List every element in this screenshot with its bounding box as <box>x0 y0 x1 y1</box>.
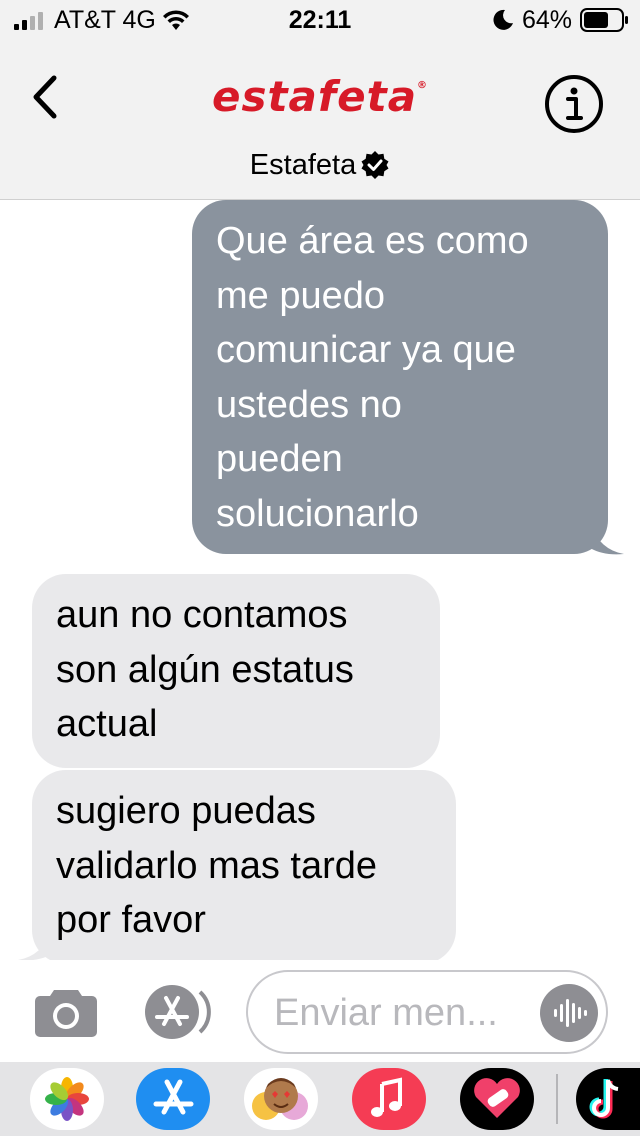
message-placeholder: Enviar men... <box>274 992 498 1034</box>
logo-text: estafeta <box>211 72 418 121</box>
message-line: Que área es como <box>216 220 529 262</box>
do-not-disturb-moon-icon <box>493 9 513 30</box>
message-line: comunicar ya que <box>216 329 516 371</box>
message-bubble-received[interactable]: aun no contamos son algún estatus actual <box>32 574 440 768</box>
message-line: pueden <box>216 438 343 480</box>
app-store-app[interactable] <box>136 1068 210 1130</box>
heart-app[interactable] <box>460 1068 534 1130</box>
compose-bar: Enviar men... <box>0 960 640 1062</box>
message-line: me puedo <box>216 274 386 317</box>
battery-icon <box>580 8 628 32</box>
photos-app[interactable] <box>30 1068 104 1130</box>
imessage-app-drawer <box>0 1062 640 1136</box>
message-input[interactable]: Enviar men... <box>246 970 608 1054</box>
info-icon[interactable] <box>544 74 604 134</box>
battery-percentage: 64% <box>522 6 573 34</box>
app-store-icon[interactable] <box>140 984 212 1040</box>
message-line: sugiero puedas <box>56 790 316 832</box>
estafeta-logo: estafeta® <box>200 72 440 121</box>
memoji-faces-icon <box>252 1078 308 1120</box>
audio-waveform-icon[interactable] <box>540 984 598 1042</box>
back-chevron-icon[interactable] <box>26 72 66 122</box>
message-line: por favor <box>56 899 206 941</box>
message-line: solucionarlo <box>216 492 419 535</box>
dock-divider <box>556 1074 558 1124</box>
sent-bubble-tail <box>590 524 624 555</box>
verified-badge-icon <box>361 151 389 180</box>
memoji-app[interactable] <box>244 1068 318 1130</box>
status-bar: AT&T 4G 22:11 64% <box>0 0 640 40</box>
received-bubble-tail <box>18 930 52 961</box>
message-bubble-received[interactable]: sugiero puedas validarlo mas tarde por f… <box>32 770 456 964</box>
message-line: actual <box>56 703 158 745</box>
camera-icon[interactable] <box>34 986 98 1038</box>
tiktok-app[interactable] <box>576 1068 640 1130</box>
message-line: validarlo mas tarde <box>56 844 378 887</box>
contact-title[interactable]: Estafeta <box>0 148 640 182</box>
photos-flower-icon <box>45 1077 89 1121</box>
message-line: son algún estatus <box>56 648 354 691</box>
tiktok-note-icon <box>589 1079 619 1119</box>
app-store-glyph-icon <box>153 1079 194 1115</box>
music-note-icon <box>371 1077 402 1117</box>
message-bubble-sent[interactable]: Que área es como me puedo comunicar ya q… <box>192 200 608 554</box>
contact-name: Estafeta <box>249 148 357 181</box>
registered-mark: ® <box>417 80 429 91</box>
message-line: ustedes no <box>216 383 402 426</box>
message-line: aun no contamos <box>56 594 348 636</box>
heart-bandage-icon <box>474 1078 520 1118</box>
music-app[interactable] <box>352 1068 426 1130</box>
conversation-header: estafeta® Estafeta <box>0 40 640 200</box>
